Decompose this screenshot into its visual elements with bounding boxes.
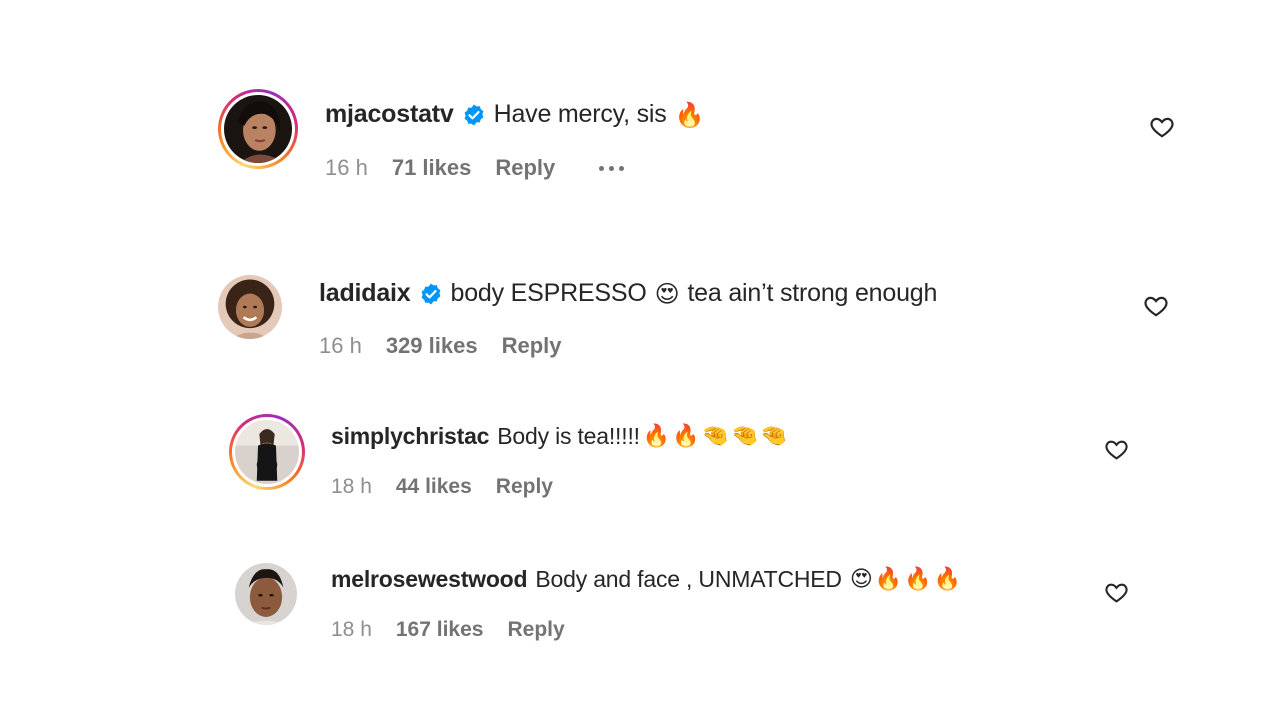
verified-badge-icon [421, 283, 440, 304]
comment-emojis: 😍🔥🔥🔥 [849, 566, 963, 592]
heart-outline-icon[interactable] [1149, 114, 1175, 140]
comment-emojis: 🔥 [674, 100, 705, 129]
heart-outline-icon[interactable] [1104, 437, 1129, 462]
comment-emojis: 🔥🔥🤏🤏🤏 [642, 423, 790, 449]
comment-timestamp: 18 h [331, 618, 372, 641]
comment-emoji: 😍 [654, 279, 680, 308]
comment-timestamp: 18 h [331, 475, 372, 498]
comment-likes-count[interactable]: 44 likes [396, 475, 472, 499]
comment-likes-count[interactable]: 71 likes [392, 155, 472, 181]
comment-username[interactable]: simplychristac [331, 423, 489, 450]
comment-username[interactable]: mjacostatv [325, 100, 454, 129]
comments-section: mjacostatv Have mercy, sis 🔥 16 h 71 lik… [0, 0, 1280, 720]
avatar [235, 420, 299, 484]
comment-text-continued: tea ain’t strong enough [687, 279, 938, 307]
comment-timestamp: 16 h [325, 155, 368, 180]
comment-text: body ESPRESSO [450, 279, 647, 307]
avatar[interactable] [218, 275, 282, 339]
comment-likes-count[interactable]: 329 likes [386, 333, 478, 359]
more-options-icon[interactable] [599, 165, 625, 171]
avatar [224, 95, 292, 163]
avatar-story-ring[interactable] [229, 414, 305, 490]
comment-text: Body is tea!!!!! [497, 423, 640, 449]
reply-button[interactable]: Reply [496, 475, 553, 499]
avatar-story-ring[interactable] [218, 89, 298, 169]
comment-username[interactable]: melrosewestwood [331, 566, 528, 593]
reply-button[interactable]: Reply [495, 155, 555, 181]
avatar[interactable] [235, 563, 297, 625]
verified-badge-icon [464, 104, 484, 125]
comment-timestamp: 16 h [319, 333, 362, 358]
comment-text: Have mercy, sis [493, 100, 667, 128]
reply-button[interactable]: Reply [507, 618, 564, 642]
reply-button[interactable]: Reply [502, 333, 562, 359]
heart-outline-icon[interactable] [1104, 580, 1129, 605]
comment-likes-count[interactable]: 167 likes [396, 618, 484, 642]
comment-text: Body and face , UNMATCHED [535, 566, 842, 592]
comment-username[interactable]: ladidaix [319, 279, 411, 308]
heart-outline-icon[interactable] [1143, 293, 1169, 319]
